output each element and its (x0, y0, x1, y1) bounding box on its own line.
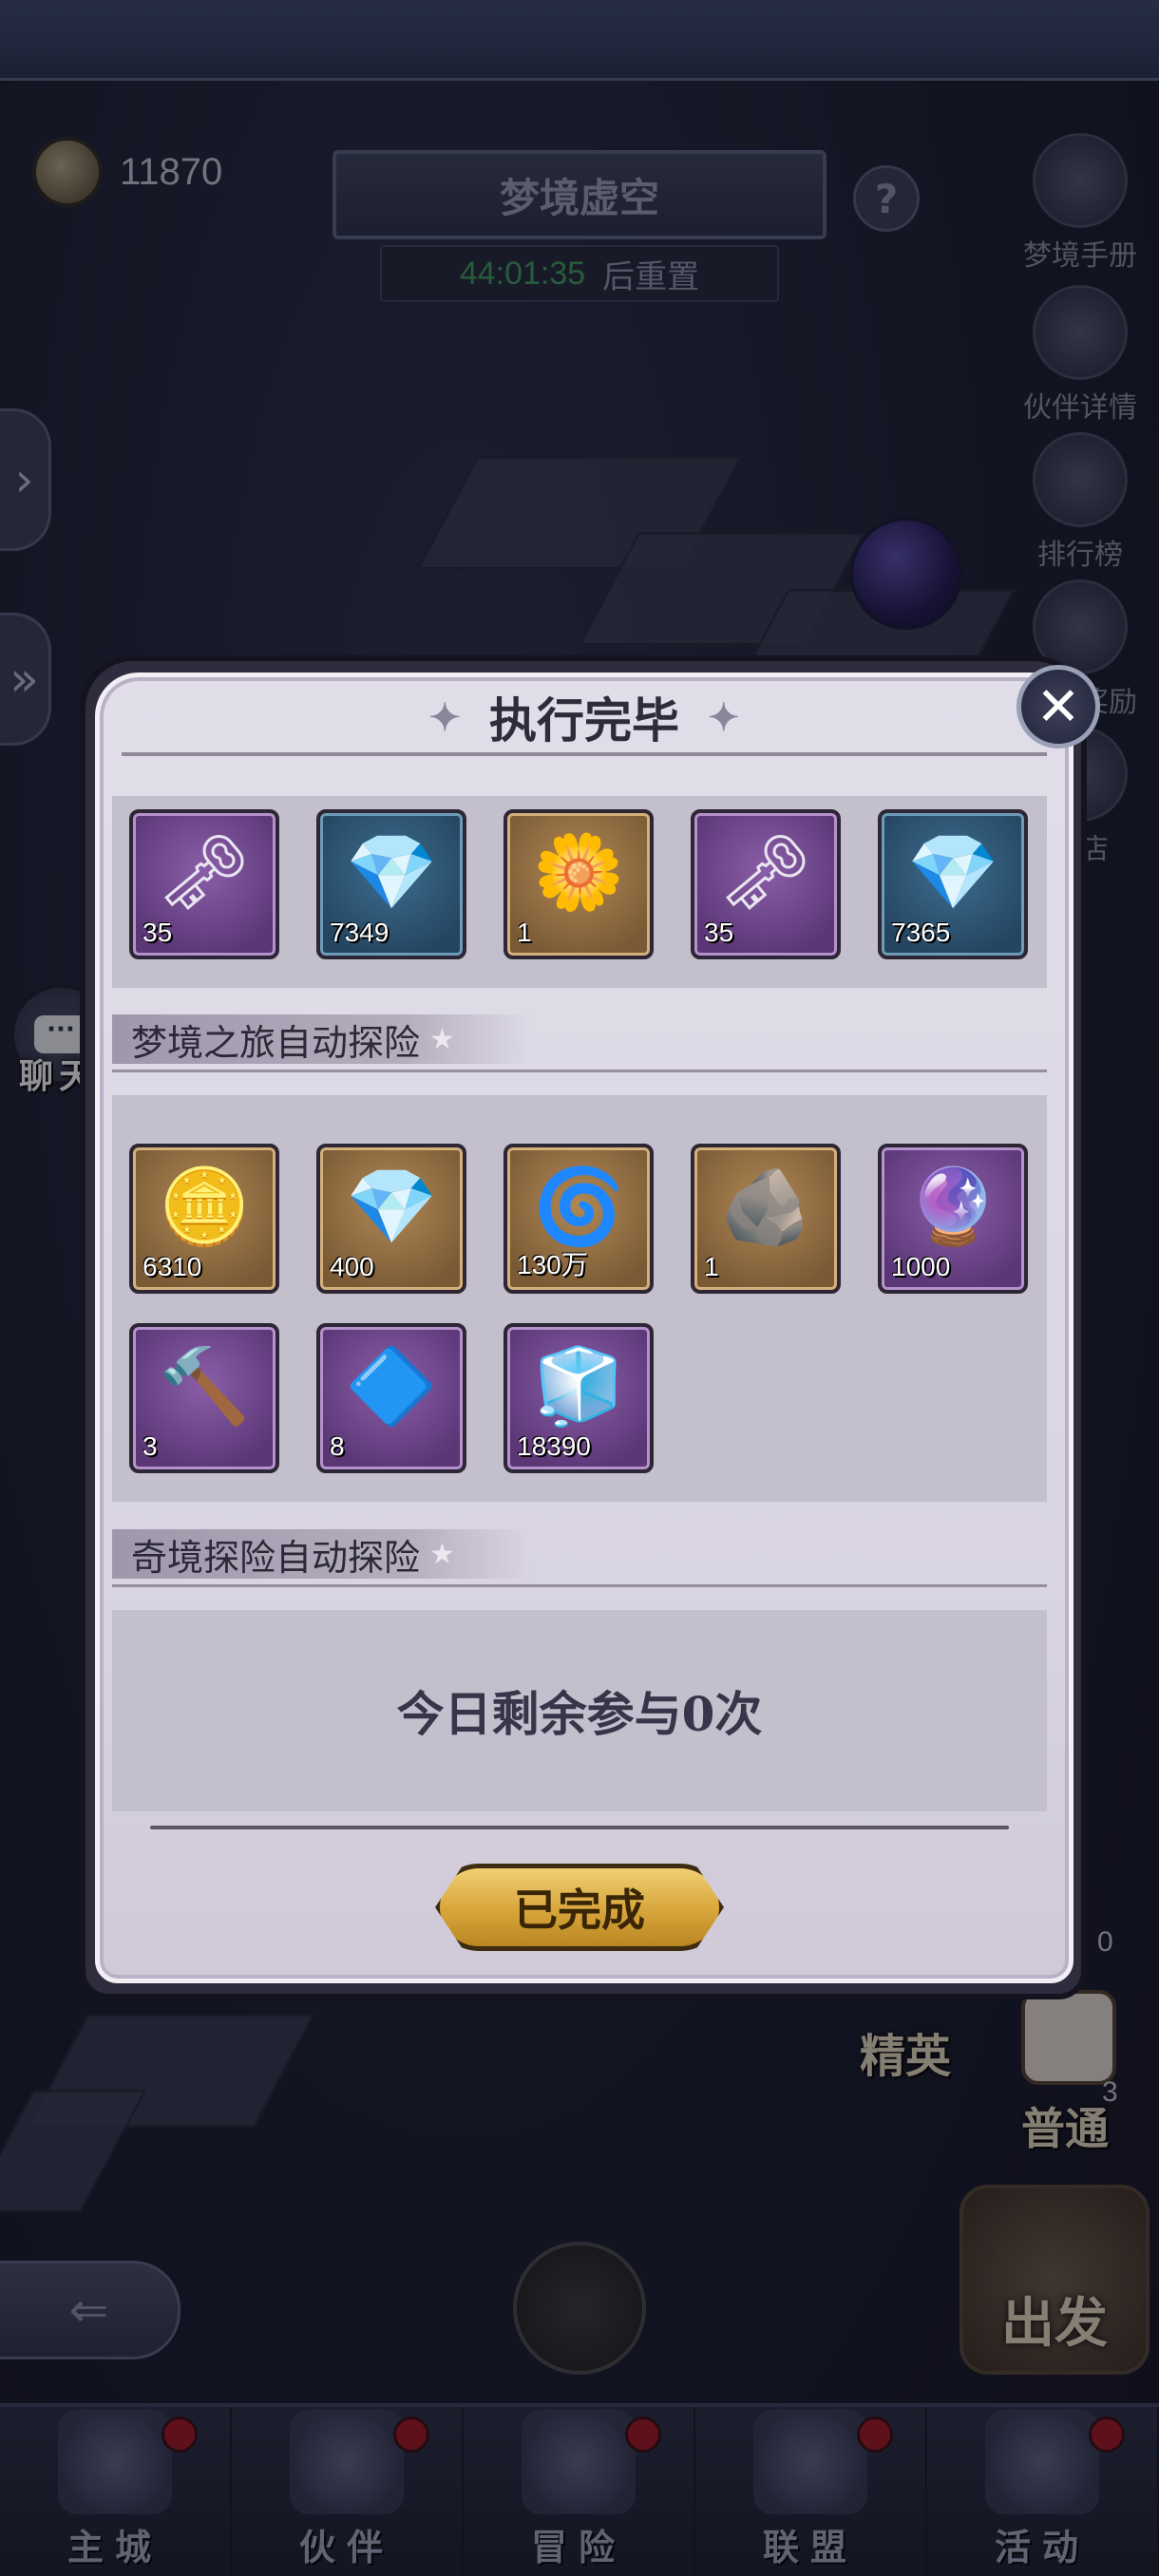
reward-item[interactable]: 💎 7365 (878, 809, 1028, 959)
section-header-dream-journey: 梦境之旅自动探险 ★ (112, 1014, 531, 1064)
gold-coin-icon: 🪙 (158, 1165, 251, 1250)
diamond-icon: 💎 (345, 1165, 438, 1250)
sparkle-icon: ✦ (428, 694, 461, 740)
reward-quantity: 35 (704, 918, 734, 947)
reward-item[interactable]: 💎 400 (316, 1144, 466, 1294)
reward-quantity: 1 (517, 918, 532, 947)
close-button[interactable]: ✕ (1016, 665, 1100, 748)
reward-quantity: 18390 (517, 1431, 591, 1461)
reward-item[interactable]: 🔨 3 (129, 1323, 279, 1473)
reward-item[interactable]: 🔷 8 (316, 1323, 466, 1473)
blue-gem-icon: 🔷 (345, 1344, 438, 1430)
gold-key-icon: 🗝 (157, 830, 252, 916)
sparkle-icon: ✦ (708, 694, 740, 740)
spiral-coin-icon: 🌀 (532, 1165, 625, 1250)
section-title: 梦境之旅自动探险 (131, 1021, 421, 1064)
reward-item[interactable]: 🪙 6310 (129, 1144, 279, 1294)
reward-item[interactable]: 🧊 18390 (504, 1323, 654, 1473)
reward-quantity: 7349 (330, 918, 390, 947)
reward-item[interactable]: 🔮 1000 (878, 1144, 1028, 1294)
reward-item[interactable]: 🪨 1 (691, 1144, 841, 1294)
remaining-attempts-text: 今日剩余参与0次 (396, 1686, 763, 1742)
title-divider (122, 752, 1047, 756)
reward-quantity: 130万 (517, 1250, 588, 1279)
section-title: 奇境探险自动探险 (131, 1536, 421, 1579)
remaining-attempts-panel: 今日剩余参与0次 (112, 1610, 1047, 1811)
star-icon: ★ (429, 1537, 455, 1571)
reward-quantity: 3 (142, 1431, 158, 1461)
reward-quantity: 7365 (891, 918, 951, 947)
section-header-wonderland: 奇境探险自动探险 ★ (112, 1529, 531, 1579)
dialog-title-text: 执行完毕 (489, 692, 679, 748)
completed-button[interactable]: 已完成 (435, 1864, 724, 1951)
star-icon: ★ (429, 1022, 455, 1056)
dialog-bottom-divider (150, 1826, 1009, 1829)
reward-quantity: 35 (142, 918, 173, 947)
reward-item[interactable]: 💎 7349 (316, 809, 466, 959)
reward-quantity: 8 (330, 1431, 345, 1461)
reward-item[interactable]: 🌀 130万 (504, 1144, 654, 1294)
completed-label: 已完成 (514, 1885, 645, 1936)
section-divider (112, 1070, 1047, 1072)
reward-quantity: 1000 (891, 1252, 951, 1281)
reward-item[interactable]: 🌼 1 (504, 809, 654, 959)
stone-icon: 🪨 (719, 1165, 812, 1250)
close-icon: ✕ (1036, 675, 1081, 738)
blue-crystal-icon: 💎 (906, 830, 999, 916)
reward-quantity: 6310 (142, 1252, 202, 1281)
section-divider (112, 1584, 1047, 1587)
reward-quantity: 400 (330, 1252, 374, 1281)
reward-item[interactable]: 🗝 35 (691, 809, 841, 959)
hammer-coin-icon: 🔨 (158, 1344, 251, 1430)
swirl-orb-icon: 🔮 (906, 1165, 999, 1250)
golden-rose-icon: 🌼 (532, 830, 625, 916)
blue-crystal-icon: 💎 (345, 830, 438, 916)
dialog-title: ✦ 执行完毕 ✦ (95, 679, 1074, 755)
reward-item[interactable]: 🗝 35 (129, 809, 279, 959)
ice-crystal-icon: 🧊 (532, 1344, 625, 1430)
reward-quantity: 1 (704, 1252, 719, 1281)
gold-key-icon: 🗝 (718, 830, 813, 916)
